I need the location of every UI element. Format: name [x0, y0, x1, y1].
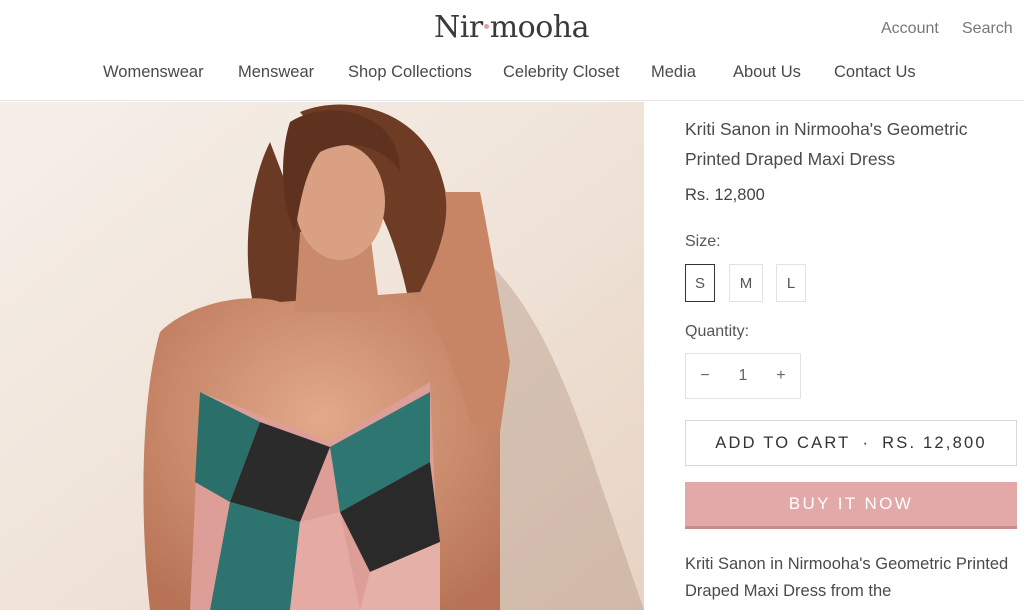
quantity-value[interactable]: 1	[739, 367, 748, 385]
add-to-cart-label: ADD TO CART	[715, 433, 851, 452]
product-description: Kriti Sanon in Nirmooha's Geometric Prin…	[685, 555, 1009, 600]
nav-celebrity-closet[interactable]: Celebrity Closet	[503, 63, 619, 82]
quantity-plus-button[interactable]: +	[776, 367, 785, 385]
product-info: Kriti Sanon in Nirmooha's Geometric Prin…	[685, 102, 1024, 610]
size-label: Size:	[685, 233, 721, 250]
product-photo-illustration	[0, 102, 644, 610]
nav-womenswear[interactable]: Womenswear	[103, 63, 204, 82]
add-to-cart-price: RS. 12,800	[882, 433, 987, 452]
site-logo[interactable]: Nir mooha	[434, 10, 589, 45]
nav-contact-us[interactable]: Contact Us	[834, 63, 916, 82]
buy-now-button[interactable]: BUY IT NOW	[685, 482, 1017, 529]
nav-media[interactable]: Media	[651, 63, 696, 82]
logo-text-1: Nir	[434, 10, 483, 45]
quantity-stepper: − 1 +	[685, 353, 801, 399]
add-to-cart-separator: ·	[862, 433, 871, 452]
main-nav: Womenswear Menswear Shop Collections Cel…	[0, 63, 1024, 87]
site-header: Nir mooha Account Search Womenswear Mensw…	[0, 0, 1024, 101]
size-option-l[interactable]: L	[776, 264, 806, 302]
quantity-minus-button[interactable]: −	[700, 367, 709, 385]
size-option-s[interactable]: S	[685, 264, 715, 302]
quantity-label: Quantity:	[685, 323, 750, 340]
nav-shop-collections[interactable]: Shop Collections	[348, 63, 472, 82]
search-link[interactable]: Search	[962, 20, 1013, 38]
size-option-m[interactable]: M	[729, 264, 763, 302]
nav-about-us[interactable]: About Us	[733, 63, 801, 82]
logo-dot	[483, 23, 489, 29]
logo-text-2: mooha	[489, 10, 590, 45]
nav-menswear[interactable]: Menswear	[238, 63, 314, 82]
product-title: Kriti Sanon in Nirmooha's Geometric Prin…	[685, 119, 968, 169]
product-photo[interactable]	[0, 102, 644, 610]
account-link[interactable]: Account	[881, 20, 939, 38]
add-to-cart-button[interactable]: ADD TO CART · RS. 12,800	[685, 420, 1017, 466]
product-price: Rs. 12,800	[685, 186, 765, 204]
